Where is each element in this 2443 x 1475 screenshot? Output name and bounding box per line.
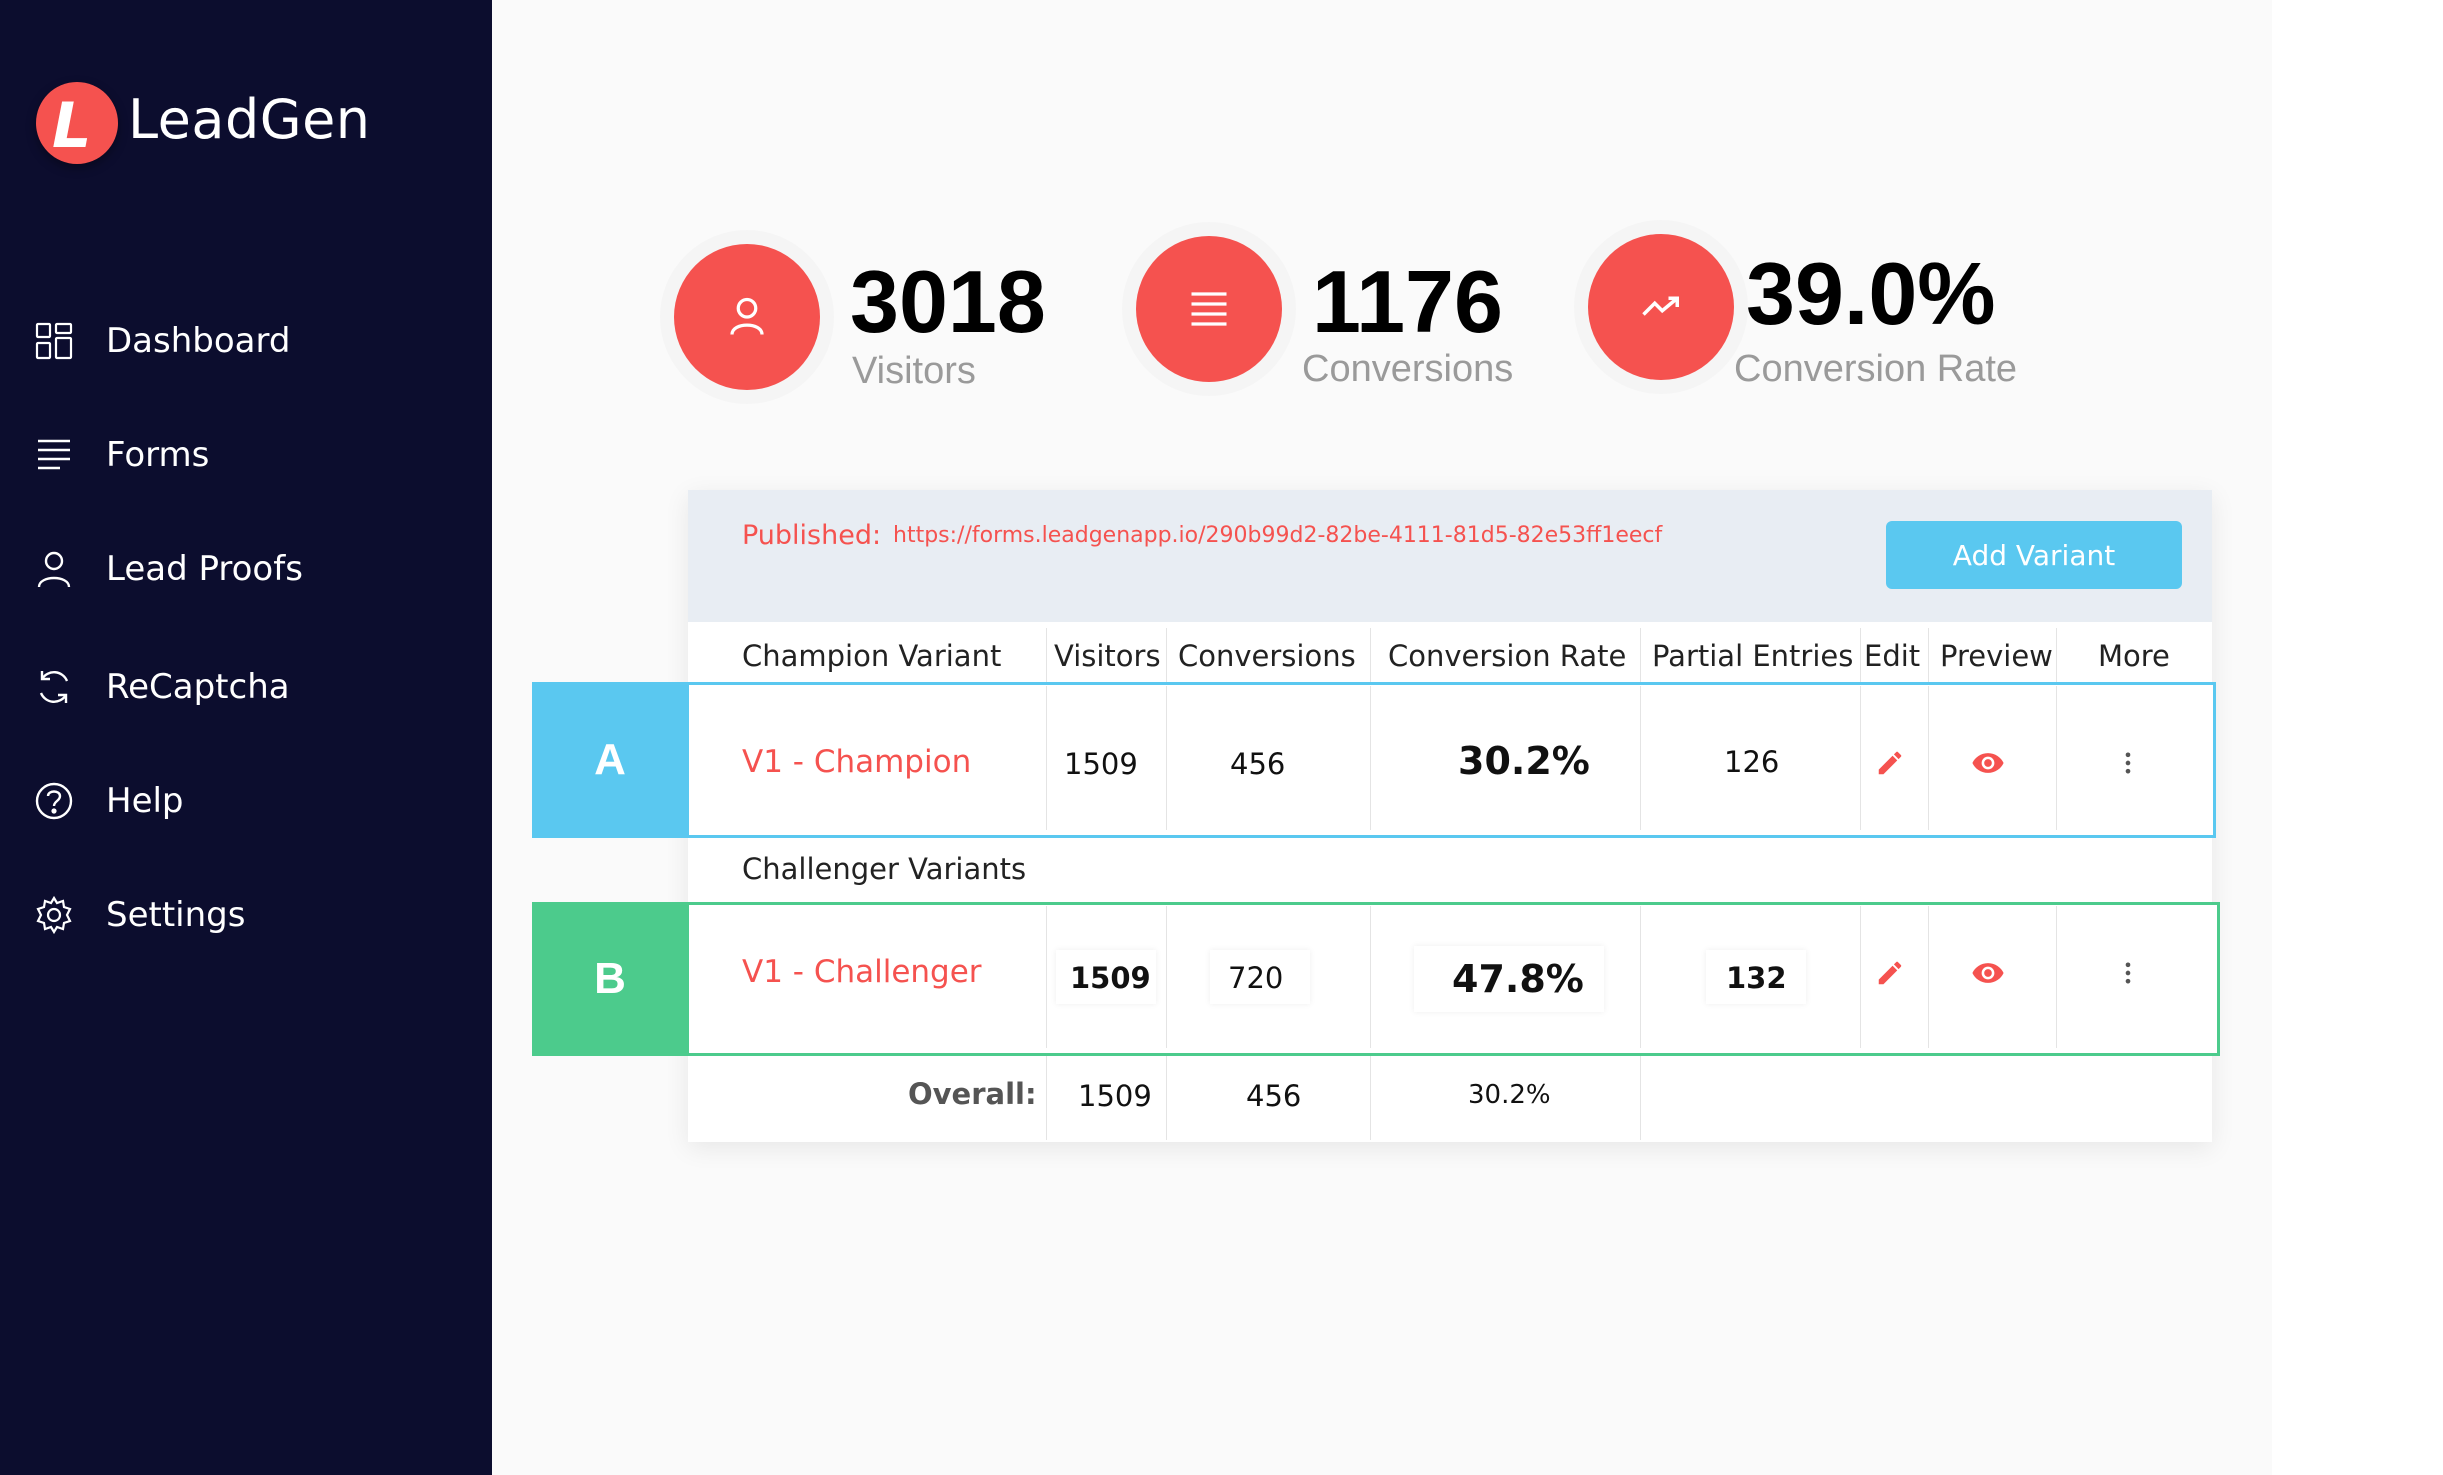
- column-divider: [1370, 906, 1371, 1048]
- challenger-variant-name[interactable]: V1 - Challenger: [742, 957, 982, 988]
- column-divider: [1640, 906, 1641, 1048]
- overall-visitors: 1509: [1078, 1079, 1152, 1113]
- column-divider: [2056, 686, 2057, 830]
- sidebar-item-dashboard[interactable]: Dashboard: [0, 306, 492, 376]
- header-visitors: Visitors: [1054, 639, 1161, 673]
- trend-up-icon: [1642, 296, 1679, 316]
- column-divider: [1046, 628, 1047, 682]
- champion-conversions: 456: [1230, 747, 1286, 781]
- header-champion-variant: Champion Variant: [742, 639, 1002, 673]
- column-divider: [1928, 906, 1929, 1048]
- column-divider: [1166, 906, 1167, 1048]
- overall-label: Overall:: [908, 1077, 1037, 1111]
- edit-pencil-icon[interactable]: [1870, 953, 1910, 993]
- champion-visitors: 1509: [1064, 747, 1138, 781]
- sidebar-item-help[interactable]: Help: [0, 766, 492, 836]
- conversion-rate-label: Conversion Rate: [1734, 348, 2018, 390]
- preview-eye-icon[interactable]: [1968, 953, 2008, 993]
- column-divider: [1640, 686, 1641, 830]
- conversion-rate-value: 39.0%: [1746, 244, 1996, 343]
- conversions-value: 1176: [1312, 252, 1503, 351]
- challenger-conversions: 720: [1228, 961, 1284, 995]
- conversion-rate-stat-icon: [1588, 234, 1734, 380]
- more-vertical-icon[interactable]: [2108, 953, 2148, 993]
- app-name: LeadGen: [128, 88, 371, 151]
- sidebar-item-label: Dashboard: [106, 321, 291, 361]
- dashboard-grid-icon: [35, 322, 73, 360]
- visitors-stat-icon: [674, 244, 820, 390]
- sidebar-item-label: Lead Proofs: [106, 549, 303, 589]
- challenger-visitors: 1509: [1070, 961, 1151, 995]
- sidebar-item-label: Forms: [106, 435, 210, 475]
- challenger-partial-entries: 132: [1726, 961, 1787, 995]
- published-url-link[interactable]: https://forms.leadgenapp.io/290b99d2-82b…: [893, 523, 1662, 548]
- challenger-conversion-rate: 47.8%: [1452, 957, 1584, 1001]
- conversions-stat-icon: [1136, 236, 1282, 382]
- refresh-icon: [39, 671, 69, 703]
- list-lines-icon: [1191, 292, 1227, 326]
- conversions-label: Conversions: [1302, 348, 1514, 390]
- gear-icon: [36, 895, 72, 935]
- variant-tab-a: A: [532, 682, 688, 838]
- list-lines-icon: [38, 439, 70, 470]
- overall-conversion-rate: 30.2%: [1468, 1080, 1551, 1110]
- variant-tab-b: B: [532, 902, 688, 1056]
- column-divider: [1928, 628, 1929, 682]
- sidebar-item-label: Settings: [106, 895, 246, 935]
- champion-conversion-rate: 30.2%: [1458, 739, 1590, 783]
- challenger-variants-label: Challenger Variants: [742, 852, 1027, 886]
- sidebar-item-settings[interactable]: Settings: [0, 880, 492, 950]
- visitors-label: Visitors: [852, 350, 976, 392]
- column-divider: [1046, 906, 1047, 1048]
- column-divider: [1928, 686, 1929, 830]
- published-label: Published:: [742, 520, 882, 551]
- header-conversions: Conversions: [1178, 639, 1356, 673]
- header-partial-entries: Partial Entries: [1652, 639, 1854, 673]
- add-variant-button[interactable]: Add Variant: [1886, 521, 2182, 589]
- question-circle-icon: [35, 782, 73, 820]
- right-margin: [2272, 0, 2443, 1475]
- column-divider: [2056, 628, 2057, 682]
- champion-partial-entries: 126: [1724, 745, 1780, 779]
- sidebar-item-lead-proofs[interactable]: Lead Proofs: [0, 534, 492, 604]
- visitors-value: 3018: [850, 252, 1046, 351]
- column-divider: [2056, 906, 2057, 1048]
- user-icon: [37, 551, 71, 588]
- column-divider: [1166, 628, 1167, 682]
- column-divider: [1166, 1056, 1167, 1140]
- sidebar-item-label: Help: [106, 781, 184, 821]
- column-divider: [1370, 628, 1371, 682]
- header-more: More: [2098, 639, 2170, 673]
- column-divider: [1640, 1056, 1641, 1140]
- sidebar-item-recaptcha[interactable]: ReCaptcha: [0, 652, 492, 722]
- edit-pencil-icon[interactable]: [1870, 743, 1910, 783]
- column-divider: [1046, 1056, 1047, 1140]
- header-edit: Edit: [1864, 639, 1921, 673]
- more-vertical-icon[interactable]: [2108, 743, 2148, 783]
- logo-icon: L: [36, 82, 118, 164]
- column-divider: [1640, 628, 1641, 682]
- champion-variant-name[interactable]: V1 - Champion: [742, 747, 971, 778]
- preview-eye-icon[interactable]: [1968, 743, 2008, 783]
- column-divider: [1370, 686, 1371, 830]
- user-icon: [730, 297, 764, 335]
- sidebar-item-label: ReCaptcha: [106, 667, 290, 707]
- overall-conversions: 456: [1246, 1079, 1302, 1113]
- sidebar-item-forms[interactable]: Forms: [0, 420, 492, 490]
- header-conversion-rate: Conversion Rate: [1388, 639, 1627, 673]
- column-divider: [1046, 686, 1047, 830]
- column-divider: [1860, 686, 1861, 830]
- column-divider: [1166, 686, 1167, 830]
- column-divider: [1860, 906, 1861, 1048]
- sidebar: L LeadGen Dashboard Forms Lead Proofs Re…: [0, 0, 492, 1475]
- header-preview: Preview: [1940, 639, 2053, 673]
- column-divider: [1860, 628, 1861, 682]
- column-divider: [1370, 1056, 1371, 1140]
